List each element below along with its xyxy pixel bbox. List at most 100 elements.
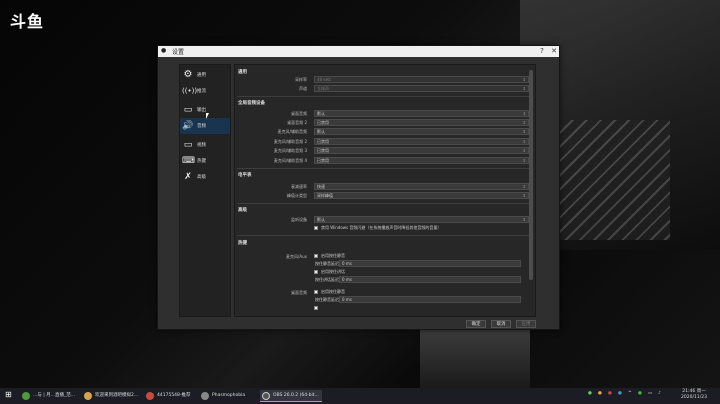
- taskbar-item-browser[interactable]: ...与 | 月...直播_范...: [20, 390, 80, 402]
- volume-icon[interactable]: ♪: [658, 391, 661, 396]
- row-label: 衰减速率: [291, 184, 307, 189]
- tray-app-icon[interactable]: ●: [638, 391, 642, 396]
- taskbar-item-stream[interactable]: 44175548-推荐: [144, 390, 197, 402]
- mic-audio-4-select[interactable]: 已禁用 ⇕: [314, 157, 529, 164]
- delay-value: 0 ms: [342, 261, 352, 266]
- background-floor: [420, 330, 530, 388]
- ducking-checkbox[interactable]: [314, 226, 318, 230]
- decay-rate-select[interactable]: 快速 ⇕: [314, 183, 529, 190]
- sidebar-item-video[interactable]: ▭ 视频: [180, 137, 230, 153]
- game-icon: [201, 392, 209, 400]
- chevron-up-icon[interactable]: ^: [628, 391, 632, 396]
- chevron-down-icon: ⇕: [522, 120, 526, 125]
- push-to-mute-label: 启用按住静音: [321, 289, 345, 294]
- scrollbar[interactable]: [529, 67, 533, 314]
- chevron-down-icon: ⇕: [522, 217, 526, 222]
- dialog-titlebar: ● 设置 ? ✕: [158, 46, 559, 57]
- row-label: 麦克风/辅助音频 2: [273, 139, 307, 144]
- mic-audio-select[interactable]: 默认 ⇕: [314, 128, 529, 135]
- push-to-mute-delay-label: 按住静音延迟: [315, 261, 339, 266]
- taskbar-item-label: ...与 | 月...直播_范...: [33, 393, 76, 398]
- push-to-mute-delay-label: 按住静音延迟: [315, 297, 339, 302]
- sidebar-item-advanced[interactable]: ✗ 高级: [180, 169, 230, 185]
- chevron-down-icon: ⇕: [522, 148, 526, 153]
- ok-button[interactable]: 确定: [466, 320, 486, 328]
- row-label: 采样率: [295, 77, 307, 82]
- browser-icon: [22, 392, 30, 400]
- select-value: 已禁用: [317, 158, 329, 163]
- peak-meter-type-select[interactable]: 采样峰值 ⇕: [314, 192, 529, 199]
- sample-rate-select[interactable]: 48 kHz ⇕: [314, 76, 529, 83]
- chevron-down-icon: ⇕: [522, 129, 526, 134]
- mic-push-to-talk-checkbox[interactable]: [314, 270, 318, 274]
- gear-icon: ⚙: [183, 69, 193, 80]
- obs-icon: ●: [161, 47, 167, 54]
- taskbar-item-chat[interactable]: 欢迎来到酒吧模拟2...: [82, 390, 142, 402]
- row-label: 峰值计类型: [287, 193, 307, 198]
- sidebar-item-general[interactable]: ⚙ 通用: [180, 67, 230, 83]
- select-value: 已禁用: [317, 148, 329, 153]
- monitoring-device-select[interactable]: 默认 ⇕: [314, 216, 529, 223]
- taskbar-item-game[interactable]: Phasmophobia: [199, 390, 257, 402]
- tray-app-icon[interactable]: ●: [608, 391, 612, 396]
- help-button[interactable]: ?: [536, 46, 548, 57]
- sidebar-item-stream[interactable]: ((•)) 推流: [180, 83, 230, 99]
- row-label: 麦克风/辅助音频 3: [273, 148, 307, 153]
- sidebar-item-audio[interactable]: 🔊 音频: [180, 118, 230, 134]
- stream-icon: ((•)): [182, 87, 198, 95]
- ducking-label: 禁用 Windows 音频闪避（在系统播放声音时降低其他音频的音量）: [321, 225, 442, 230]
- taskbar-item-label: OBS 26.0.2 (64-bit...: [273, 393, 319, 398]
- chevron-down-icon: ⇕: [522, 86, 526, 91]
- app-icon: [146, 392, 154, 400]
- divider: [237, 96, 533, 97]
- keyboard-icon: ⌨: [182, 156, 195, 166]
- taskbar-item-label: 44175548-推荐: [157, 393, 191, 398]
- taskbar-item-obs[interactable]: OBS 26.0.2 (64-bit...: [260, 390, 322, 402]
- chevron-down-icon: ⇕: [522, 111, 526, 116]
- audio-settings-panel: 通用 采样率 48 kHz ⇕ 声道 立体声 ⇕ 全局音频设备 桌面音频 默认 ⇕ 桌…: [234, 64, 536, 317]
- windows-start-icon[interactable]: ⊞: [5, 390, 12, 399]
- chevron-down-icon: ⇕: [522, 77, 526, 82]
- section-title: 热键: [238, 241, 247, 246]
- tray-app-icon[interactable]: ●: [588, 391, 592, 396]
- scrollbar-thumb[interactable]: [529, 70, 533, 280]
- cancel-button[interactable]: 取消: [491, 320, 511, 328]
- desktop-push-to-talk-checkbox[interactable]: [314, 306, 318, 310]
- mic-talk-delay-input[interactable]: 0 ms: [339, 276, 521, 283]
- mic-push-to-mute-checkbox[interactable]: [314, 254, 318, 258]
- sidebar-item-label: 热键: [197, 159, 206, 164]
- apply-button[interactable]: 应用: [516, 320, 536, 328]
- close-button[interactable]: ✕: [548, 46, 560, 57]
- taskbar-clock[interactable]: 21:46 周一 2020/11/23: [670, 389, 718, 401]
- desktop-audio-2-select[interactable]: 已禁用 ⇕: [314, 119, 529, 126]
- select-value: 快速: [317, 184, 325, 189]
- network-icon[interactable]: ▭: [648, 391, 652, 396]
- select-value: 默认: [317, 111, 325, 116]
- select-value: 默认: [317, 129, 325, 134]
- desktop-mute-delay-input[interactable]: 0 ms: [339, 296, 521, 303]
- select-value: 已禁用: [317, 120, 329, 125]
- delay-value: 0 ms: [342, 277, 352, 282]
- push-to-talk-label: 启用按住讲话: [321, 269, 345, 274]
- mic-audio-2-select[interactable]: 已禁用 ⇕: [314, 138, 529, 145]
- clock-date: 2020/11/23: [681, 395, 707, 400]
- channels-select[interactable]: 立体声 ⇕: [314, 85, 529, 92]
- obs-icon: [262, 392, 270, 400]
- tray-app-icon[interactable]: ●: [618, 391, 622, 396]
- sidebar-item-label: 通用: [197, 73, 206, 78]
- mic-mute-delay-input[interactable]: 0 ms: [339, 260, 521, 267]
- mic-audio-3-select[interactable]: 已禁用 ⇕: [314, 147, 529, 154]
- sidebar-item-hotkeys[interactable]: ⌨ 热键: [180, 153, 230, 169]
- stream-logo: 斗鱼: [10, 12, 45, 31]
- tray-app-icon[interactable]: ●: [598, 391, 602, 396]
- sidebar-item-output[interactable]: ▭ 输出: [180, 102, 230, 118]
- settings-dialog: ● 设置 ? ✕ ⚙ 通用 ((•)) 推流 ▭ 输出 🔊 音频 ▭ 视频 ⌨ …: [157, 45, 560, 330]
- select-value: 已禁用: [317, 139, 329, 144]
- chevron-down-icon: ⇕: [522, 193, 526, 198]
- sidebar-item-label: 输出: [197, 108, 206, 113]
- desktop-push-to-mute-checkbox[interactable]: [314, 290, 318, 294]
- desktop-audio-select[interactable]: 默认 ⇕: [314, 110, 529, 117]
- sidebar-item-label: 视频: [197, 143, 206, 148]
- section-title: 高级: [238, 208, 247, 213]
- sidebar-item-label: 高级: [197, 175, 206, 180]
